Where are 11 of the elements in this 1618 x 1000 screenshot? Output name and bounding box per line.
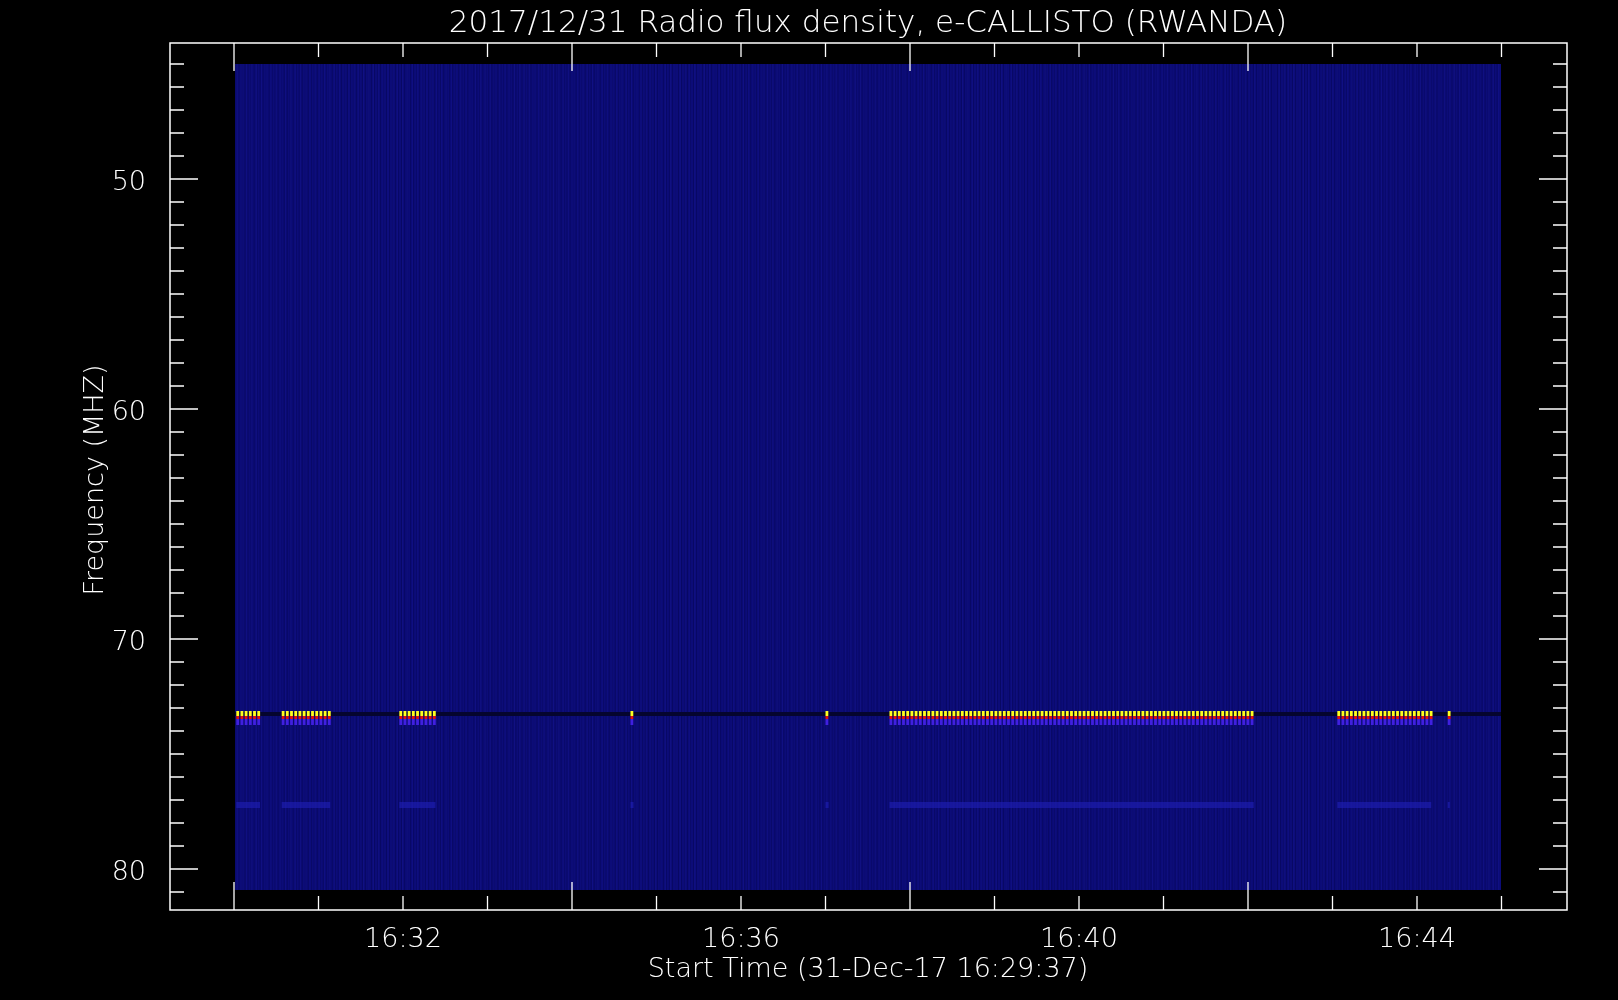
x-tick-label: 16:40 xyxy=(1040,922,1118,953)
x-tick-label: 16:36 xyxy=(702,922,780,953)
y-axis-title: Frequency (MHZ) xyxy=(78,364,109,596)
y-tick-label: 50 xyxy=(111,165,146,196)
y-tick-label: 60 xyxy=(111,395,146,426)
x-axis-title: Start Time (31-Dec-17 16:29:37) xyxy=(647,952,1089,983)
x-tick-label: 16:32 xyxy=(364,922,442,953)
y-tick-label: 70 xyxy=(111,625,146,656)
chart-title: 2017/12/31 Radio flux density, e-CALLISTO (RWANDA) xyxy=(448,3,1288,39)
y-tick-label: 80 xyxy=(111,855,146,886)
x-tick-label: 16:44 xyxy=(1378,922,1456,953)
